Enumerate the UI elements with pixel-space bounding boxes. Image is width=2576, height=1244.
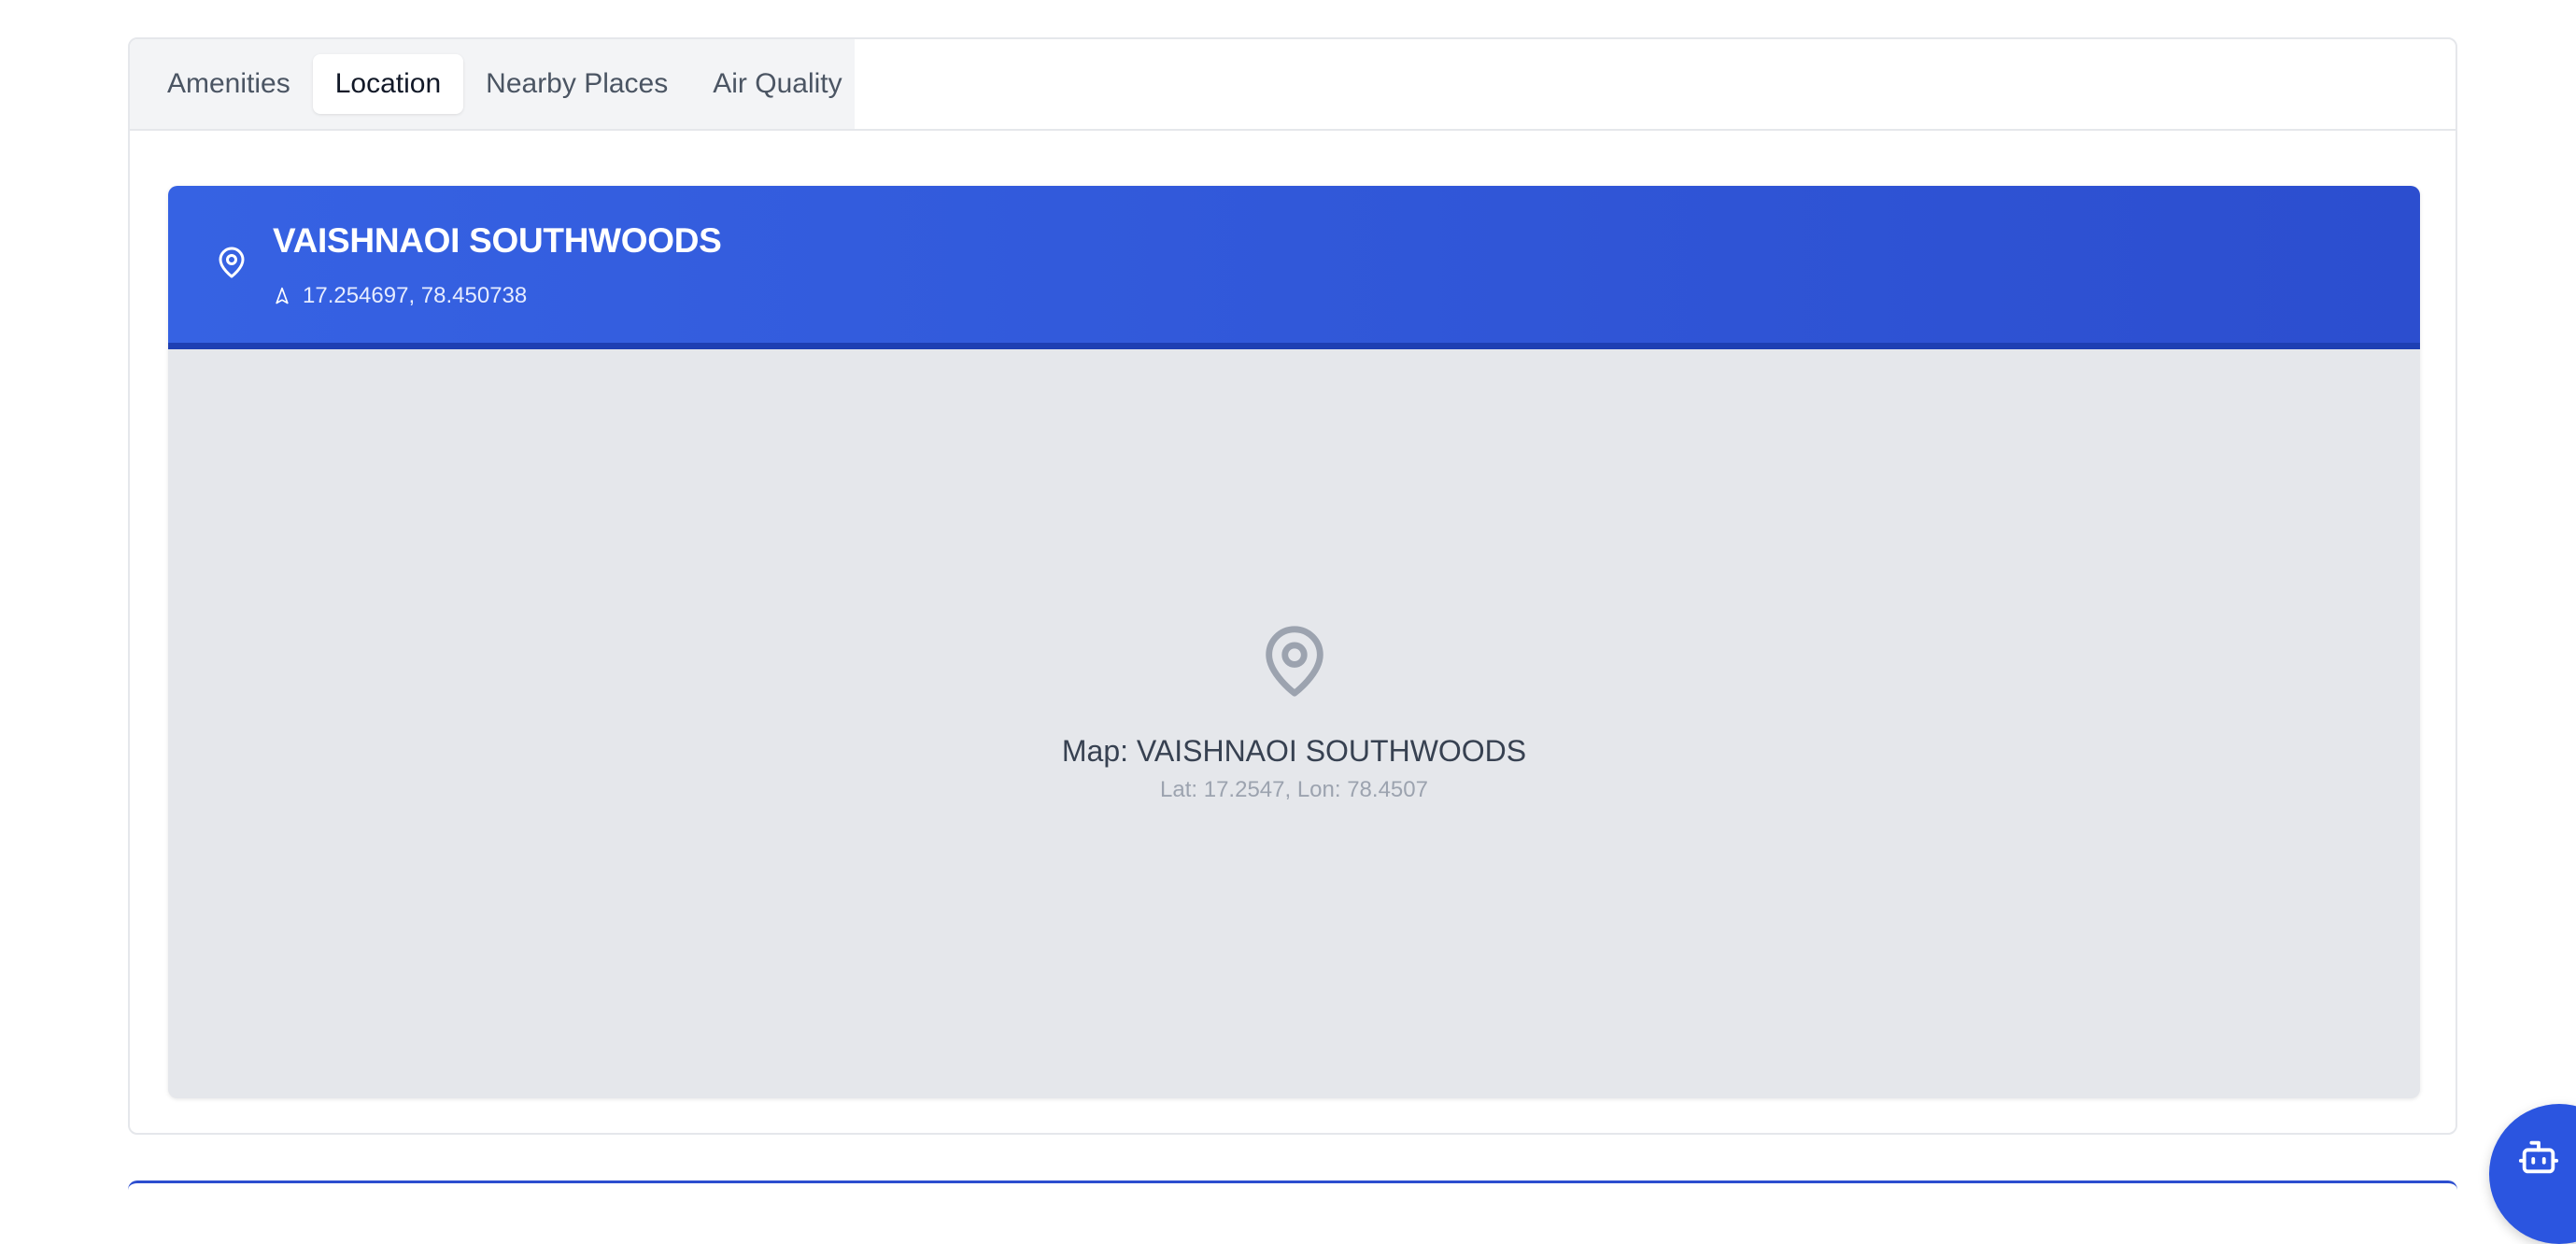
map-pin-icon bbox=[219, 247, 245, 278]
map-pin-icon bbox=[1266, 626, 1323, 697]
bot-icon bbox=[2518, 1140, 2559, 1174]
assistant-button[interactable] bbox=[2489, 1104, 2576, 1244]
tab-bar: Amenities Location Nearby Places Air Qua… bbox=[130, 39, 2456, 131]
tab-list: Amenities Location Nearby Places Air Qua… bbox=[130, 39, 855, 129]
location-header: VAISHNAOI SOUTHWOODS 17.254697, 78.45073… bbox=[168, 186, 2420, 349]
coordinates-row: 17.254697, 78.450738 bbox=[273, 283, 527, 309]
tab-amenities[interactable]: Amenities bbox=[145, 54, 313, 114]
next-card-edge bbox=[128, 1180, 2457, 1190]
details-card: Amenities Location Nearby Places Air Qua… bbox=[128, 37, 2457, 1135]
map-label: Map: VAISHNAOI SOUTHWOODS bbox=[1061, 734, 1527, 768]
tab-location[interactable]: Location bbox=[312, 54, 464, 114]
location-panel: VAISHNAOI SOUTHWOODS 17.254697, 78.45073… bbox=[168, 186, 2420, 1098]
tab-air-quality[interactable]: Air Quality bbox=[690, 54, 864, 114]
map-coordinates: Lat: 17.2547, Lon: 78.4507 bbox=[1160, 777, 1428, 802]
navigation-icon bbox=[276, 287, 289, 304]
map-placeholder[interactable]: Map: VAISHNAOI SOUTHWOODS Lat: 17.2547, … bbox=[168, 349, 2420, 1098]
location-title: VAISHNAOI SOUTHWOODS bbox=[273, 221, 722, 260]
coordinates-text: 17.254697, 78.450738 bbox=[303, 283, 528, 308]
tab-nearby-places[interactable]: Nearby Places bbox=[463, 54, 690, 114]
